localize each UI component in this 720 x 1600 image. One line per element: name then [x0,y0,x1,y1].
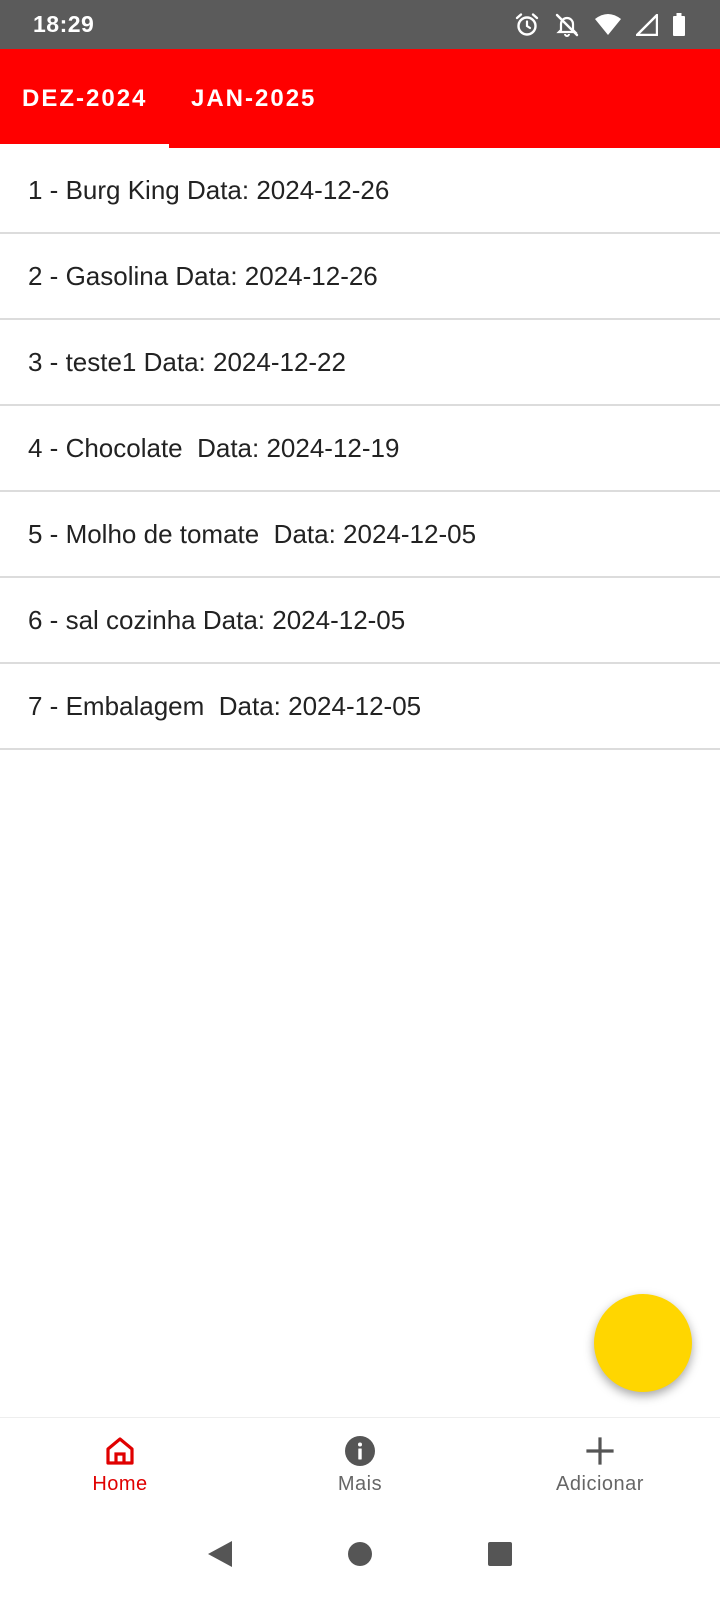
screen: 18:29 DEZ-2024 JAN-2025 1 - Burg King Da… [0,0,720,1600]
floating-action-button[interactable] [594,1294,692,1392]
list-item[interactable]: 3 - teste1 Data: 2024-12-22 [0,320,720,406]
nav-mais-label: Mais [337,1473,383,1495]
tab-label: DEZ-2024 [22,84,148,112]
nav-home-label: Home [92,1473,148,1495]
tab-jan-2025[interactable]: JAN-2025 [169,49,316,148]
alarm-icon [514,12,540,38]
list-item[interactable]: 5 - Molho de tomate Data: 2024-12-05 [0,492,720,578]
status-time: 18:29 [33,11,95,37]
recents-button[interactable] [486,1540,514,1573]
signal-icon [636,13,658,36]
list-item[interactable]: 7 - Embalagem Data: 2024-12-05 [0,664,720,750]
list-item[interactable]: 4 - Chocolate Data: 2024-12-19 [0,406,720,492]
home-system-button[interactable] [346,1540,374,1573]
circle-home-icon [348,1542,372,1566]
status-bar: 18:29 [0,0,720,49]
entry-list: 1 - Burg King Data: 2024-12-26 2 - Gasol… [0,148,720,750]
status-icons [514,12,686,38]
nav-mais[interactable]: Mais [260,1435,460,1496]
nav-adicionar[interactable]: Adicionar [500,1435,700,1496]
list-item[interactable]: 6 - sal cozinha Data: 2024-12-05 [0,578,720,664]
info-icon [344,1435,376,1473]
wifi-icon [594,13,622,37]
tab-dez-2024[interactable]: DEZ-2024 [0,49,169,148]
home-icon [104,1435,136,1473]
nav-adicionar-label: Adicionar [556,1473,644,1495]
list-item[interactable]: 1 - Burg King Data: 2024-12-26 [0,148,720,234]
system-navigation-bar [0,1513,720,1600]
add-icon [584,1435,616,1473]
notifications-off-icon [554,12,580,38]
square-recents-icon [488,1542,512,1566]
bottom-navigation: Home Mais Adicionar [0,1417,720,1513]
nav-home[interactable]: Home [20,1435,220,1496]
back-icon [208,1541,232,1567]
back-button[interactable] [206,1539,234,1574]
tab-label: JAN-2025 [191,84,317,112]
tab-bar: DEZ-2024 JAN-2025 [0,49,720,148]
list-item[interactable]: 2 - Gasolina Data: 2024-12-26 [0,234,720,320]
battery-icon [672,12,686,37]
